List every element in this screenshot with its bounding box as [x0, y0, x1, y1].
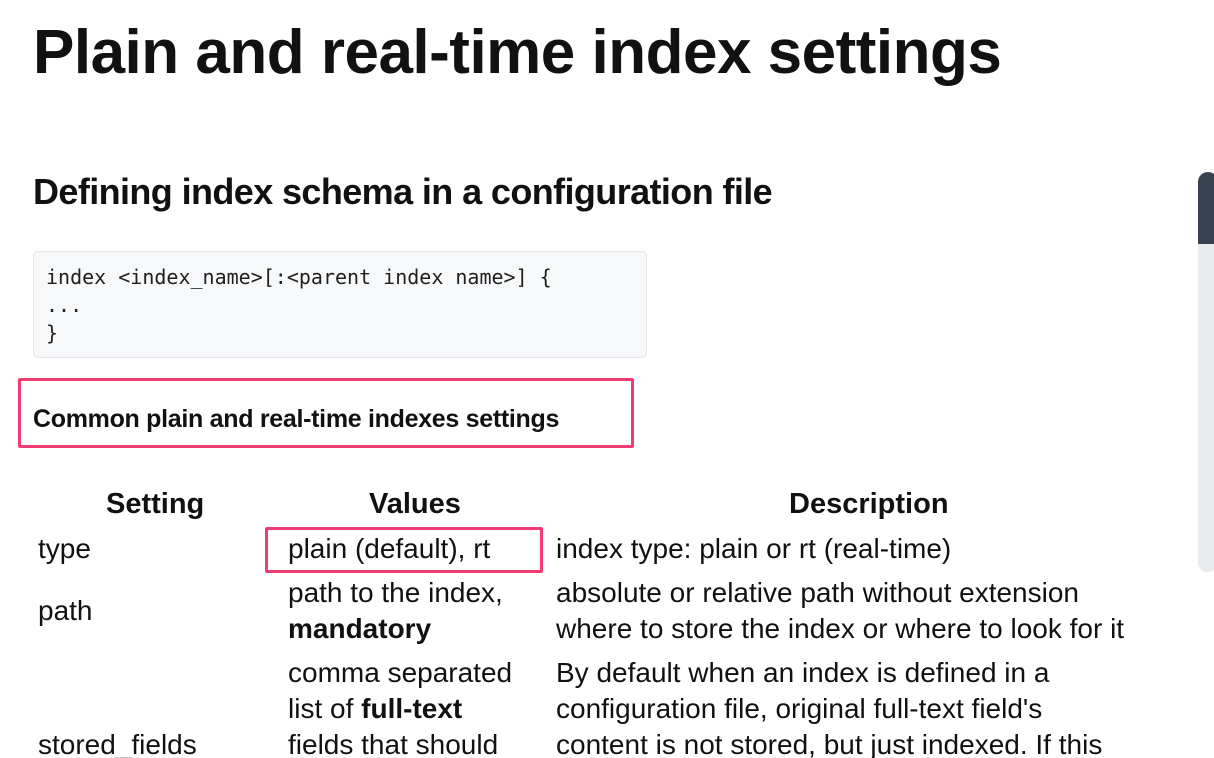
cell-description-stored-line2: configuration file, original full-text f… [556, 693, 1043, 724]
cell-description-stored-line3: content is not stored, but just indexed.… [556, 729, 1103, 758]
vertical-scrollbar[interactable] [1198, 172, 1214, 572]
cell-values-path-line2: mandatory [288, 611, 431, 647]
cell-values-type: plain (default), rt [288, 533, 491, 564]
code-block: index <index_name>[:<parent index name>]… [33, 251, 647, 358]
page-title: Plain and real-time index settings [33, 18, 1002, 87]
cell-values-stored-line2: list of full-text [288, 691, 462, 727]
code-text: index <index_name>[:<parent index name>]… [46, 263, 646, 347]
column-header-values: Values [369, 488, 461, 520]
subsection-heading: Common plain and real-time indexes setti… [33, 405, 560, 433]
column-header-description: Description [789, 488, 949, 520]
column-header-setting: Setting [106, 488, 205, 520]
cell-description-path-line2: where to store the index or where to loo… [556, 613, 1125, 644]
cell-setting-type: type [38, 533, 91, 564]
cell-description-stored-line1: By default when an index is defined in a [556, 657, 1050, 688]
cell-description-type: index type: plain or rt (real-time) [556, 533, 952, 564]
cell-setting-path: path [38, 595, 93, 626]
document-page: Plain and real-time index settings Defin… [0, 0, 1214, 758]
cell-description-path-line1: absolute or relative path without extens… [556, 577, 1079, 608]
list-of-text: list of [288, 693, 362, 724]
code-line-2: ... [46, 293, 83, 317]
cell-values-stored-line1: comma separated [288, 657, 513, 688]
scrollbar-thumb[interactable] [1198, 172, 1214, 244]
cell-setting-stored-fields: stored_fields [38, 729, 197, 758]
full-text-label: full-text [361, 693, 463, 724]
cell-values-path-line1: path to the index, [288, 577, 503, 608]
cell-values-stored-line3: fields that should [288, 729, 499, 758]
mandatory-label: mandatory [288, 613, 432, 644]
code-line-3: } [46, 321, 59, 345]
code-line-1: index <index_name>[:<parent index name>]… [46, 265, 552, 289]
section-heading: Defining index schema in a configuration… [33, 171, 773, 212]
